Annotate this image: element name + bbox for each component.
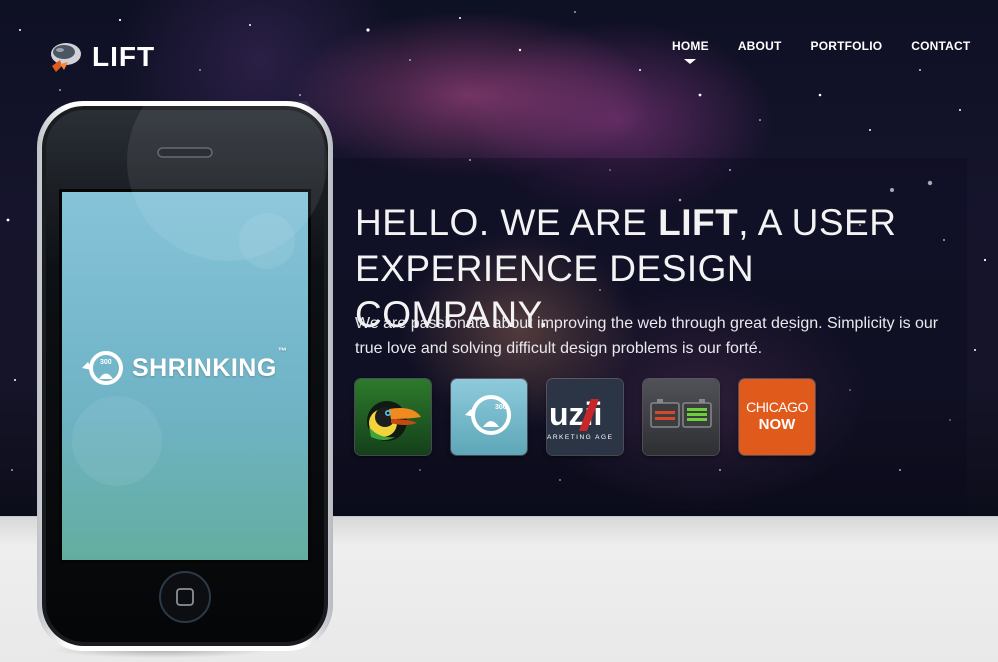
chicago-now-icon[interactable]: CHICAGO NOW: [739, 379, 815, 455]
site-logo[interactable]: LIFT: [46, 38, 155, 76]
toucan-app-icon[interactable]: [355, 379, 431, 455]
shrinking-dial-icon: 300: [82, 351, 123, 385]
nav-about[interactable]: ABOUT: [738, 39, 782, 53]
chicago-label: CHICAGO: [746, 399, 808, 415]
hero-subtext: We are passionate about improving the we…: [355, 315, 939, 357]
trademark-symbol: ™: [277, 345, 288, 356]
portfolio-thumbnails: 300 uzii ARKETING AGE CHICAGO NOW: [355, 379, 835, 455]
nav-portfolio[interactable]: PORTFOLIO: [810, 39, 882, 53]
thumb-dial-text: 300: [495, 404, 507, 411]
app-name: SHRINKING™: [132, 346, 287, 383]
rocket-helmet-icon: [51, 43, 81, 72]
thumb-uzii-subtext: ARKETING AGE: [547, 434, 613, 441]
shrinking-app-icon[interactable]: 300: [451, 379, 527, 455]
headline-brand: LIFT: [658, 202, 739, 243]
nav-home[interactable]: HOME: [672, 39, 709, 64]
now-label: NOW: [758, 416, 796, 433]
main-nav: HOME ABOUT PORTFOLIO CONTACT: [672, 39, 970, 64]
app-name-text: SHRINKING: [132, 353, 277, 382]
battery-app-icon[interactable]: [643, 379, 719, 455]
nav-active-indicator: [684, 59, 697, 64]
headline-part1: HELLO. WE ARE: [355, 202, 659, 243]
phone-screen-app: 300 SHRINKING™: [80, 346, 287, 388]
logo-text: LIFT: [92, 41, 156, 72]
nav-contact[interactable]: CONTACT: [911, 39, 970, 53]
uzii-marketing-icon[interactable]: uzii ARKETING AGE: [547, 379, 623, 455]
dial-value: 300: [100, 359, 112, 366]
